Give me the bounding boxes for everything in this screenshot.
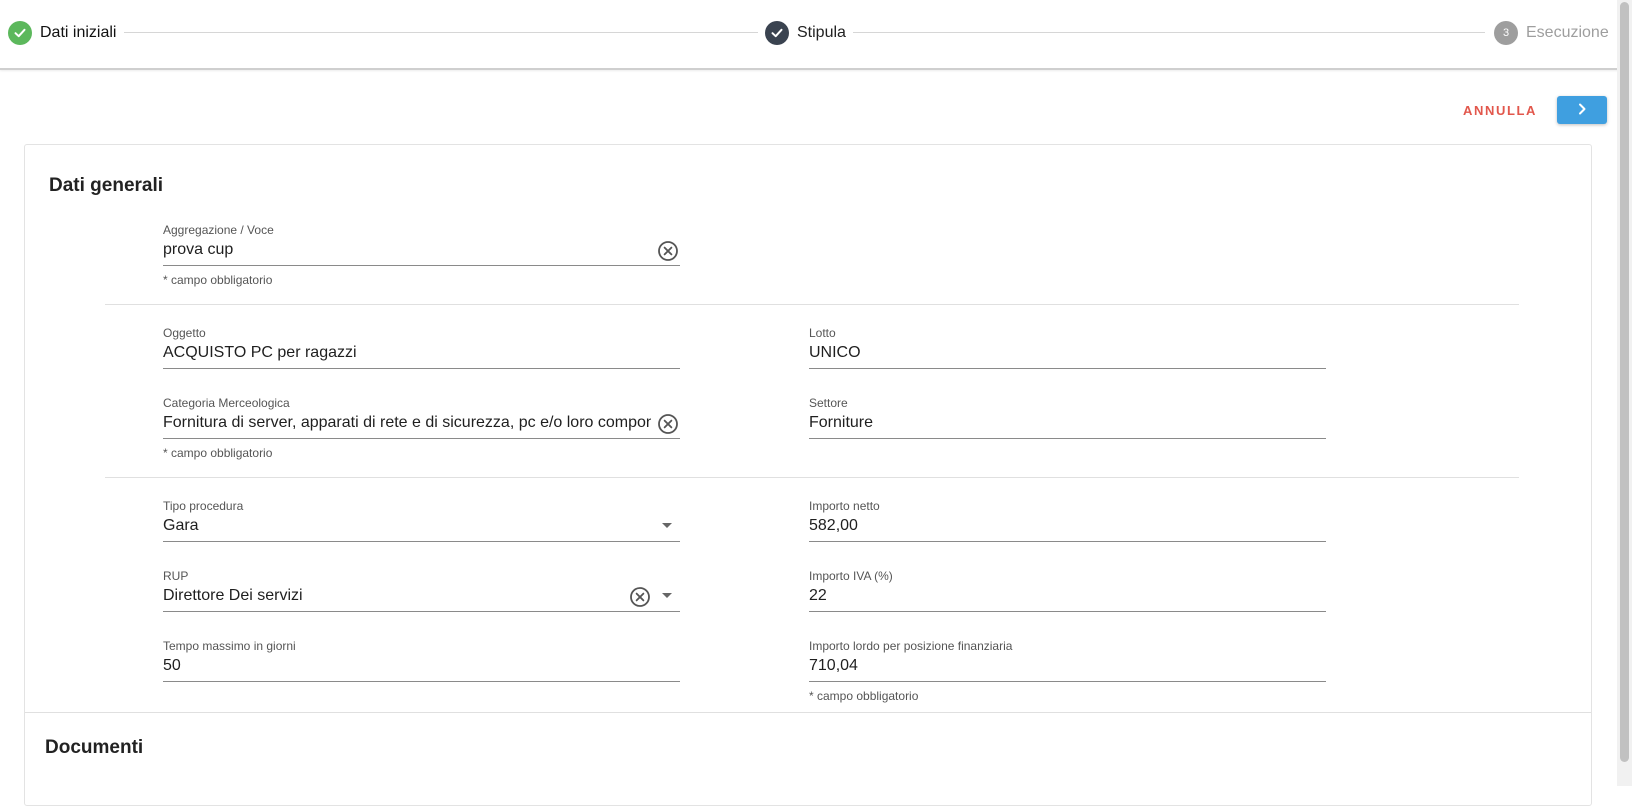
section-title-documents: Documenti — [45, 737, 144, 758]
clear-icon[interactable] — [657, 240, 679, 262]
section-divider — [105, 304, 1519, 305]
field-hint: * campo obbligatorio — [163, 273, 273, 287]
section-title-general: Dati generali — [49, 175, 164, 196]
step-label: Esecuzione — [1526, 24, 1609, 41]
categoria-input[interactable]: Fornitura di server, apparati di rete e … — [163, 412, 651, 434]
field-underline — [809, 681, 1326, 682]
field-hint: * campo obbligatorio — [809, 689, 919, 703]
field-label: Tipo procedura — [163, 499, 244, 513]
next-button[interactable] — [1557, 96, 1607, 124]
clear-icon[interactable] — [657, 413, 679, 435]
field-label: Oggetto — [163, 326, 206, 340]
section-divider — [105, 477, 1519, 478]
aggregazione-input[interactable]: prova cup — [163, 239, 653, 261]
field-underline — [163, 541, 680, 542]
rup-select[interactable]: Direttore Dei servizi — [163, 585, 623, 607]
importo-netto-input[interactable]: 582,00 — [809, 515, 1299, 537]
field-underline — [163, 611, 680, 612]
field-underline — [809, 611, 1326, 612]
field-underline — [809, 368, 1326, 369]
chevron-right-icon — [1575, 102, 1589, 119]
field-label: Aggregazione / Voce — [163, 223, 274, 237]
field-underline — [163, 368, 680, 369]
field-label: Importo netto — [809, 499, 880, 513]
field-underline — [163, 265, 680, 266]
step-number-badge: 3 — [1494, 21, 1518, 45]
field-hint: * campo obbligatorio — [163, 446, 273, 460]
step-dati-iniziali[interactable]: Dati iniziali — [8, 20, 116, 46]
dropdown-arrow-icon[interactable] — [662, 523, 672, 528]
step-label: Dati iniziali — [40, 24, 117, 41]
step-label: Stipula — [797, 24, 846, 41]
tempo-massimo-input[interactable]: 50 — [163, 655, 653, 677]
step-stipula[interactable]: Stipula — [765, 20, 846, 46]
card-divider — [25, 712, 1591, 713]
field-label: Tempo massimo in giorni — [163, 639, 296, 653]
step-esecuzione[interactable]: 3 Esecuzione — [1494, 20, 1609, 46]
vertical-scrollbar[interactable] — [1617, 0, 1632, 786]
lotto-input[interactable]: UNICO — [809, 342, 1299, 364]
field-label: Settore — [809, 396, 848, 410]
importo-iva-input[interactable]: 22 — [809, 585, 1299, 607]
field-underline — [809, 541, 1326, 542]
field-label: Lotto — [809, 326, 836, 340]
field-label: Importo lordo per posizione finanziaria — [809, 639, 1013, 653]
importo-lordo-input[interactable]: 710,04 — [809, 655, 1299, 677]
step-connector — [124, 32, 758, 33]
field-label: Categoria Merceologica — [163, 396, 290, 410]
clear-icon[interactable] — [629, 586, 651, 608]
cancel-button[interactable]: ANNULLA — [1463, 98, 1537, 122]
field-underline — [163, 681, 680, 682]
general-data-card: Dati generali Aggregazione / Voce prova … — [24, 144, 1592, 806]
field-label: RUP — [163, 569, 189, 583]
check-circle-icon — [765, 21, 789, 45]
oggetto-input[interactable]: ACQUISTO PC per ragazzi — [163, 342, 653, 364]
stepper: Dati iniziali Stipula 3 Esecuzione — [0, 0, 1632, 70]
step-number: 3 — [1502, 27, 1510, 39]
tipo-procedura-select[interactable]: Gara — [163, 515, 653, 537]
scrollbar-thumb[interactable] — [1620, 2, 1629, 762]
field-underline — [163, 438, 680, 439]
check-circle-icon — [8, 21, 32, 45]
step-connector — [853, 32, 1485, 33]
field-label: Importo IVA (%) — [809, 569, 893, 583]
dropdown-arrow-icon[interactable] — [662, 593, 672, 598]
field-underline — [809, 438, 1326, 439]
settore-input[interactable]: Forniture — [809, 412, 1299, 434]
